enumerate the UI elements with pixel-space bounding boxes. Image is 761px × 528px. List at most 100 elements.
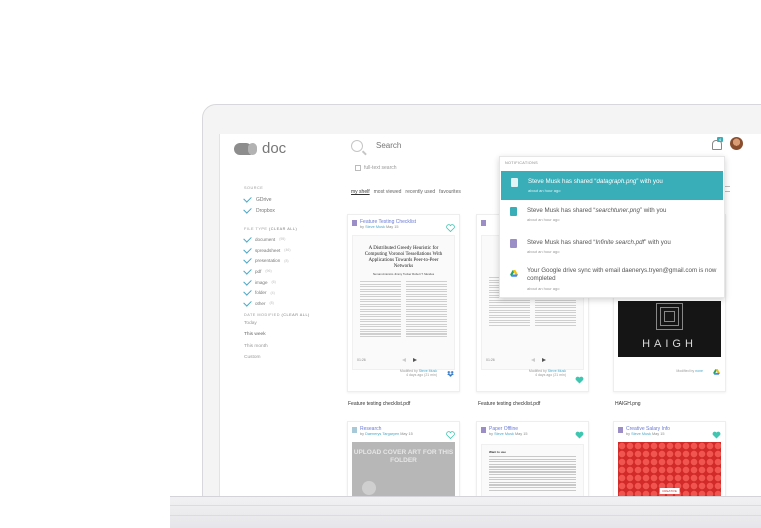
filetype-pdf[interactable]: pdf (96) xyxy=(243,266,334,277)
card-author: by Steve Musk May 15 xyxy=(360,225,398,229)
filetype-label: other xyxy=(255,300,266,306)
notification-time: about an hour ago xyxy=(527,286,560,291)
notification-item[interactable]: Steve Musk has shared “Infinite search.p… xyxy=(500,232,724,264)
check-icon xyxy=(243,244,252,254)
filetype-clear[interactable]: (Clear all) xyxy=(269,227,297,231)
notification-time: about an hour ago xyxy=(527,249,560,254)
card-date: May 15 xyxy=(651,432,665,436)
notification-item[interactable]: Your Google drive sync with email daener… xyxy=(500,264,724,298)
rewind-icon[interactable] xyxy=(531,358,535,362)
card-filename[interactable]: Feature testing checklist.pdf xyxy=(348,401,410,407)
heart-outline-icon[interactable] xyxy=(446,219,455,233)
list-view-icon[interactable] xyxy=(725,186,730,192)
playback-time: 01:26 xyxy=(357,358,366,362)
heart-filled-icon[interactable] xyxy=(575,371,584,384)
filetype-count: (4) xyxy=(270,290,275,295)
card-author: by Steve Musk May 15 xyxy=(626,432,664,436)
check-icon xyxy=(243,234,252,243)
file-card[interactable]: Feature Testing Checklist by Steve Musk … xyxy=(347,214,460,392)
modified-by[interactable]: none xyxy=(695,369,703,373)
card-filename[interactable]: HAIGH.png xyxy=(615,401,641,407)
source-label: GDrive xyxy=(256,196,272,203)
paper-columns xyxy=(360,280,447,338)
notifications-title: NOTIFICATIONS xyxy=(505,161,538,165)
folder-card[interactable]: Research by Daenerys Targaryen May 15 UP… xyxy=(347,421,460,496)
check-icon xyxy=(243,276,252,286)
search-input[interactable] xyxy=(374,140,498,151)
date-clear[interactable]: (Clear all) xyxy=(282,313,310,317)
filetype-title-text: FILE TYPE xyxy=(244,227,268,231)
avatar[interactable] xyxy=(730,137,743,150)
notification-item[interactable]: Steve Musk has shared “searchtuner.png” … xyxy=(500,200,724,232)
filetype-label: presentation xyxy=(255,258,281,264)
image-preview: CREATIVE xyxy=(618,442,721,496)
by-label: by xyxy=(360,432,365,436)
tab-recently-used[interactable]: recently used xyxy=(405,189,435,195)
logo-icon xyxy=(234,142,257,155)
app-logo[interactable]: doc xyxy=(234,140,286,157)
image-word: HAIGH xyxy=(642,338,697,350)
tab-most-viewed[interactable]: most viewed xyxy=(374,189,402,195)
notif-post: ” with you xyxy=(639,207,667,214)
filetype-label: spreadsheet xyxy=(255,247,281,253)
paper-authors: Suman Antonnio Jimmy Tucker Robert T. Me… xyxy=(372,272,435,276)
author-name[interactable]: Steve Musk xyxy=(631,432,651,436)
author-name[interactable]: Steve Musk xyxy=(494,432,514,436)
fulltext-label: full-text search xyxy=(364,165,397,171)
check-icon xyxy=(243,266,252,275)
notification-text: Steve Musk has shared “Infinite search.p… xyxy=(527,239,717,247)
app-screen: doc full-text search 4 SOURCE GDrive Dro… xyxy=(219,134,761,496)
source-gdrive[interactable]: GDrive xyxy=(243,194,334,205)
notification-text: Steve Musk has shared “datagraph.png” wi… xyxy=(528,178,718,186)
card-date: May 15 xyxy=(400,432,413,436)
heart-filled-icon[interactable] xyxy=(575,426,584,439)
filetype-count: (46) xyxy=(284,248,291,253)
document-preview: A Distributed Greedy Heuristic for Compu… xyxy=(352,235,455,370)
filetype-other[interactable]: other (8) xyxy=(243,298,334,309)
modified-ago: 4 days ago (21 min) xyxy=(406,373,437,377)
heart-filled-icon[interactable] xyxy=(712,426,721,439)
filetype-count: (8) xyxy=(284,258,289,263)
date-custom[interactable]: Custom xyxy=(244,355,334,367)
tab-my-shelf[interactable]: my shelf xyxy=(351,189,370,195)
filetype-count: (95) xyxy=(279,237,286,242)
source-dropbox[interactable]: Dropbox xyxy=(243,205,334,216)
author-name[interactable]: Steve Musk xyxy=(365,225,385,229)
play-icon[interactable] xyxy=(542,358,546,362)
date-this-week[interactable]: This week xyxy=(244,332,334,344)
date-today[interactable]: Today xyxy=(244,321,334,333)
notif-file: searchtuner.png xyxy=(595,207,640,214)
notification-item[interactable]: Steve Musk has shared “datagraph.png” wi… xyxy=(501,171,723,200)
filetype-document[interactable]: document (95) xyxy=(243,234,334,245)
sidebar: SOURCE GDrive Dropbox FILE TYPE (Clear a… xyxy=(243,186,334,367)
rewind-icon[interactable] xyxy=(402,358,406,362)
filetype-count: (96) xyxy=(265,269,272,274)
modified-info: Modified by Steve Musk 4 days ago (21 mi… xyxy=(529,369,566,377)
card-filename[interactable]: Feature testing checklist.pdf xyxy=(478,401,540,407)
file-card[interactable]: Paper Offline by Steve Musk May 15 Want … xyxy=(476,421,589,496)
fulltext-checkbox[interactable]: full-text search xyxy=(355,165,397,171)
modified-ago: 4 days ago (21 min) xyxy=(535,373,566,377)
document-icon xyxy=(618,427,623,433)
upload-cover-art[interactable]: UPLOAD COVER ART FOR THIS FOLDER xyxy=(352,442,455,496)
filetype-label: document xyxy=(255,236,276,242)
filetype-presentation[interactable]: presentation (8) xyxy=(243,255,334,266)
filetype-folder[interactable]: folder (4) xyxy=(243,287,334,298)
filetype-spreadsheet[interactable]: spreadsheet (46) xyxy=(243,244,334,256)
date-this-month[interactable]: This month xyxy=(244,344,334,356)
filetype-image[interactable]: image (6) xyxy=(243,276,334,288)
tab-favourites[interactable]: favourites xyxy=(439,189,461,195)
check-icon xyxy=(243,194,252,203)
heart-outline-icon[interactable] xyxy=(446,426,455,440)
author-name[interactable]: Daenerys Targaryen xyxy=(365,432,399,436)
filetype-label: image xyxy=(255,279,268,285)
file-card[interactable]: Creative Salary Info by Steve Musk May 1… xyxy=(613,421,726,496)
pdf-file-icon xyxy=(510,239,517,248)
media-player: 01:26 xyxy=(482,353,583,367)
modified-label: Modified by xyxy=(676,369,695,373)
notif-pre: Steve Musk has shared “ xyxy=(527,239,596,246)
notif-file: Infinite search.pdf xyxy=(595,239,645,246)
play-icon[interactable] xyxy=(413,358,417,362)
doc-heading: Want to use xyxy=(489,450,506,454)
card-header: Creative Salary Info by Steve Musk May 1… xyxy=(614,422,725,442)
